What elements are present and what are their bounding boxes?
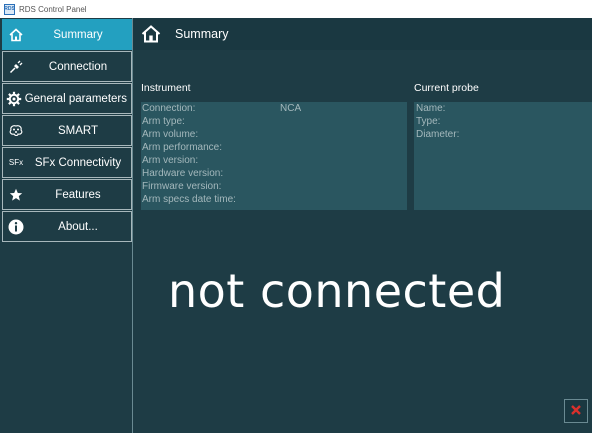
field-label-connection: Connection: <box>142 103 196 114</box>
connection-status-message: not connected <box>168 264 506 318</box>
probe-panel: Name: Type: Diameter: <box>414 102 592 210</box>
sidebar-item-label: About... <box>58 220 98 233</box>
field-label-diameter: Diameter: <box>416 129 460 140</box>
sidebar-item-label: Summary <box>53 28 103 41</box>
field-label-arm-volume: Arm volume: <box>142 129 199 140</box>
field-label-firmware-version: Firmware version: <box>142 181 222 192</box>
sidebar-item-connection[interactable]: Connection <box>2 51 132 82</box>
gear-icon <box>3 83 25 114</box>
sidebar: Summary Connection General parameters SM… <box>0 18 133 433</box>
field-label-hardware-version: Hardware version: <box>142 168 224 179</box>
sidebar-item-sfx-connectivity[interactable]: SFx SFx Connectivity <box>2 147 132 178</box>
sidebar-item-smart[interactable]: SMART <box>2 115 132 146</box>
field-label-name: Name: <box>416 103 446 114</box>
sfx-icon: SFx <box>8 158 24 167</box>
field-label-arm-specs-date-time: Arm specs date time: <box>142 194 236 205</box>
app-icon: RDS <box>4 3 15 15</box>
window-title: RDS Control Panel <box>19 4 87 14</box>
sidebar-item-about[interactable]: About... <box>2 211 132 242</box>
instrument-section-title: Instrument <box>141 82 191 94</box>
sidebar-item-summary[interactable]: Summary <box>2 19 132 50</box>
home-icon <box>3 19 29 50</box>
sidebar-item-label: General parameters <box>24 92 127 105</box>
close-button[interactable] <box>564 399 588 423</box>
field-label-arm-performance: Arm performance: <box>142 142 223 153</box>
field-value-connection: NCA <box>280 103 302 114</box>
sidebar-item-label: Features <box>55 188 101 201</box>
field-label-arm-version: Arm version: <box>142 155 199 166</box>
info-icon <box>3 211 29 242</box>
title-bar: RDS RDS Control Panel <box>0 0 592 18</box>
star-icon <box>3 179 29 210</box>
sidebar-item-general-parameters[interactable]: General parameters <box>2 83 132 114</box>
page-title: Summary <box>175 27 229 41</box>
main-content: Summary Instrument Connection: NCA Arm t… <box>133 18 592 433</box>
close-icon <box>571 402 581 420</box>
field-label-type: Type: <box>416 116 441 127</box>
smart-icon <box>3 115 29 146</box>
page-header: Summary <box>133 18 592 50</box>
sidebar-item-label: SMART <box>57 124 99 137</box>
home-icon[interactable] <box>136 18 166 50</box>
sidebar-item-features[interactable]: Features <box>2 179 132 210</box>
instrument-panel: Connection: NCA Arm type: Arm volume: Ar… <box>141 102 407 210</box>
probe-section-title: Current probe <box>414 82 479 94</box>
sidebar-item-label: Connection <box>48 60 108 73</box>
plug-icon <box>3 51 29 82</box>
sidebar-item-label: SFx Connectivity <box>34 156 122 169</box>
field-label-arm-type: Arm type: <box>142 116 185 127</box>
